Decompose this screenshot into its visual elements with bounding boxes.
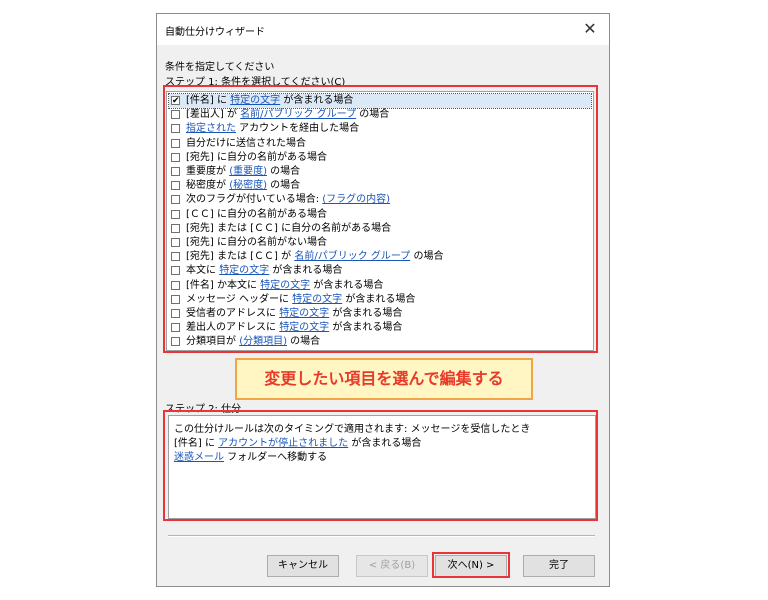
description-highlight-box xyxy=(163,410,598,521)
separator xyxy=(168,535,595,537)
next-button-highlight-box xyxy=(432,552,510,578)
cancel-button[interactable]: キャンセル xyxy=(267,555,339,577)
finish-button[interactable]: 完了 xyxy=(523,555,595,577)
window-title: 自動仕分けウィザード xyxy=(165,27,265,38)
back-button[interactable]: < 戻る(B) xyxy=(356,555,428,577)
title-bar: 自動仕分けウィザード ✕ xyxy=(157,14,609,45)
instruction-label: 条件を指定してください xyxy=(165,62,275,73)
close-icon[interactable]: ✕ xyxy=(577,16,603,42)
conditions-highlight-box xyxy=(163,85,598,353)
annotation-callout: 変更したい項目を選んで編集する xyxy=(235,358,533,400)
